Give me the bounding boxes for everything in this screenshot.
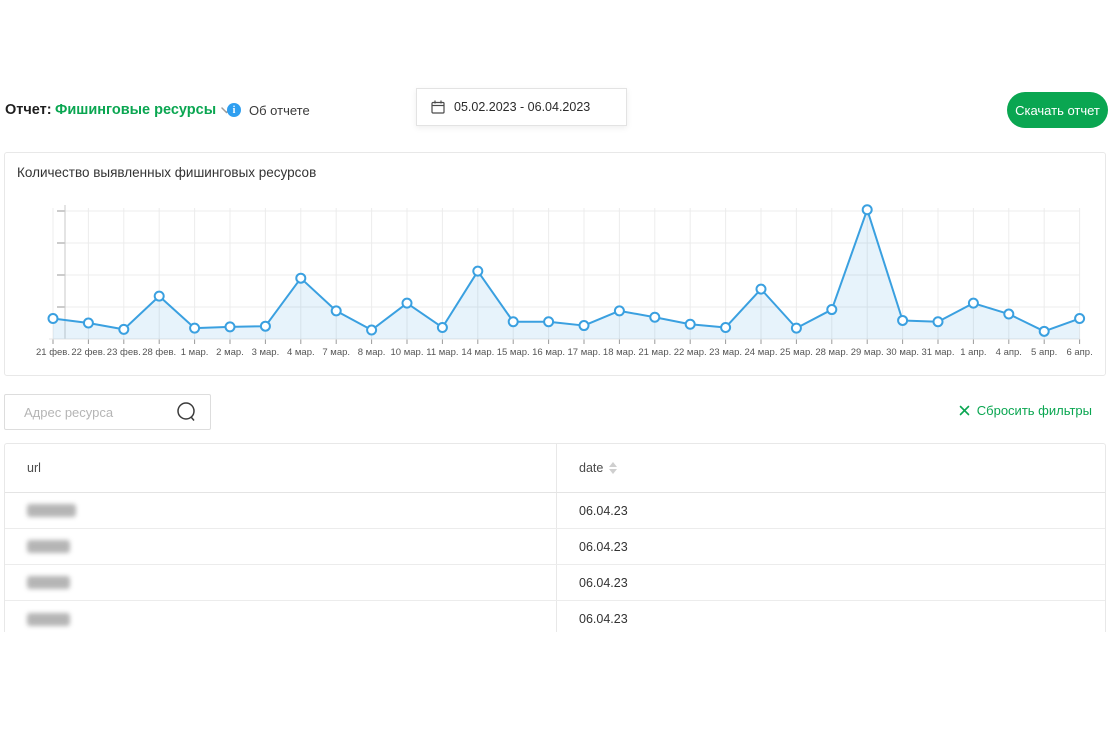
blurred-url-cell bbox=[27, 613, 70, 626]
reset-filters-label: Сбросить фильтры bbox=[977, 403, 1092, 418]
date-range-picker[interactable]: 05.02.2023 - 06.04.2023 bbox=[416, 88, 627, 126]
table-row[interactable]: 06.04.23 bbox=[5, 529, 1105, 565]
table-row[interactable]: 06.04.23 bbox=[5, 601, 1105, 632]
phishing-count-chart: 21 фев.22 фев.23 фев.28 фев. 1 мар. 2 мар.… bbox=[4, 152, 1106, 376]
table-row[interactable]: 06.04.23 bbox=[5, 565, 1105, 601]
svg-text:1 мар.: 1 мар. bbox=[181, 347, 209, 358]
svg-text:28 фев.: 28 фев. bbox=[142, 347, 176, 358]
svg-text:6 апр.: 6 апр. bbox=[1066, 347, 1092, 358]
date-cell: 06.04.23 bbox=[579, 504, 628, 518]
column-header-date[interactable]: date bbox=[556, 444, 1105, 492]
svg-text:22 фев.: 22 фев. bbox=[71, 347, 105, 358]
svg-text:18 мар.: 18 мар. bbox=[603, 347, 636, 358]
svg-text:30 мар.: 30 мар. bbox=[886, 347, 919, 358]
svg-text:29 мар.: 29 мар. bbox=[851, 347, 884, 358]
svg-text:21 фев.: 21 фев. bbox=[36, 347, 70, 358]
download-report-button[interactable]: Скачать отчет bbox=[1007, 92, 1108, 128]
blurred-url-cell bbox=[27, 576, 70, 589]
date-range-value: 05.02.2023 - 06.04.2023 bbox=[454, 100, 590, 114]
blurred-url-cell bbox=[27, 504, 76, 517]
reset-filters-link[interactable]: Сбросить фильтры bbox=[959, 403, 1092, 418]
svg-text:4 апр.: 4 апр. bbox=[996, 347, 1022, 358]
svg-text:25 мар.: 25 мар. bbox=[780, 347, 813, 358]
phishing-report-page: Отчет: Фишинговые ресурсы i Об отчете 05… bbox=[0, 0, 1110, 740]
resource-address-search bbox=[4, 394, 211, 430]
svg-text:28 мар.: 28 мар. bbox=[815, 347, 848, 358]
svg-text:15 мар.: 15 мар. bbox=[497, 347, 530, 358]
table-header-row: url date bbox=[5, 444, 1105, 493]
results-table: url date 06.04.23 06.04.23 06.04.23 06.0… bbox=[4, 443, 1106, 632]
svg-text:1 апр.: 1 апр. bbox=[960, 347, 986, 358]
blurred-url-cell bbox=[27, 540, 70, 553]
close-icon bbox=[959, 405, 970, 416]
svg-text:22 мар.: 22 мар. bbox=[674, 347, 707, 358]
svg-text:23 мар.: 23 мар. bbox=[709, 347, 742, 358]
sort-icon[interactable] bbox=[609, 462, 617, 474]
about-report-label: Об отчете bbox=[249, 103, 310, 118]
about-report-link[interactable]: i Об отчете bbox=[227, 100, 310, 120]
search-icon[interactable] bbox=[176, 401, 198, 423]
svg-text:31 мар.: 31 мар. bbox=[922, 347, 955, 358]
svg-text:4 мар.: 4 мар. bbox=[287, 347, 315, 358]
svg-text:3 мар.: 3 мар. bbox=[252, 347, 280, 358]
search-input[interactable] bbox=[22, 404, 176, 421]
svg-text:17 мар.: 17 мар. bbox=[568, 347, 601, 358]
svg-text:23 фев.: 23 фев. bbox=[107, 347, 141, 358]
svg-text:16 мар.: 16 мар. bbox=[532, 347, 565, 358]
svg-text:5 апр.: 5 апр. bbox=[1031, 347, 1057, 358]
svg-text:10 мар.: 10 мар. bbox=[391, 347, 424, 358]
svg-text:24 мар.: 24 мар. bbox=[745, 347, 778, 358]
date-cell: 06.04.23 bbox=[579, 576, 628, 590]
svg-text:11 мар.: 11 мар. bbox=[426, 347, 458, 358]
date-column-label: date bbox=[579, 461, 603, 475]
date-cell: 06.04.23 bbox=[579, 540, 628, 554]
svg-text:7 мар.: 7 мар. bbox=[322, 347, 350, 358]
report-type-dropdown[interactable]: Фишинговые ресурсы bbox=[55, 100, 232, 120]
table-row[interactable]: 06.04.23 bbox=[5, 493, 1105, 529]
svg-text:14 мар.: 14 мар. bbox=[461, 347, 494, 358]
svg-text:8 мар.: 8 мар. bbox=[358, 347, 386, 358]
calendar-icon bbox=[431, 100, 445, 114]
svg-text:21 мар.: 21 мар. bbox=[638, 347, 671, 358]
column-header-url[interactable]: url bbox=[5, 444, 556, 492]
svg-text:2 мар.: 2 мар. bbox=[216, 347, 244, 358]
url-column-label: url bbox=[27, 461, 41, 475]
date-cell: 06.04.23 bbox=[579, 612, 628, 626]
report-type-value: Фишинговые ресурсы bbox=[55, 102, 216, 118]
info-icon: i bbox=[227, 103, 241, 117]
report-label: Отчет: bbox=[5, 100, 52, 120]
